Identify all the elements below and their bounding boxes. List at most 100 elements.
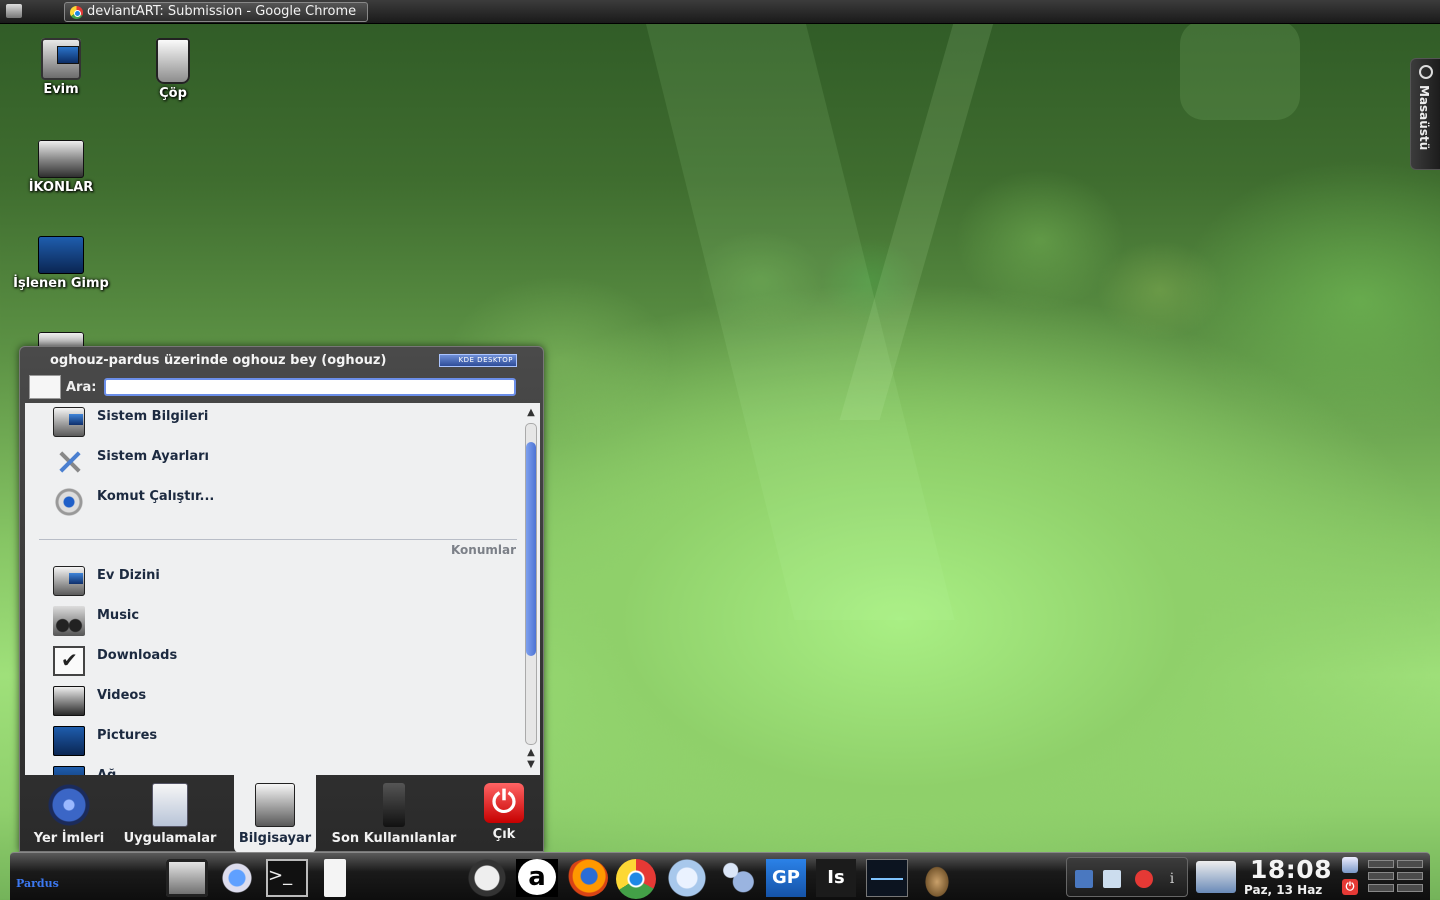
bottom-panel: Pardus >_ a GP Is i 18:08 Paz, 13 Haz ⏻: [10, 852, 1430, 900]
messenger-launcher-icon[interactable]: [716, 859, 758, 897]
pictures-folder-icon: [53, 726, 85, 756]
trash-icon: [156, 38, 190, 84]
list-item-ag[interactable]: Ağ: [25, 762, 520, 775]
desktop-icon-label: Evim: [43, 82, 79, 97]
list-item-pictures[interactable]: Pictures: [25, 722, 520, 762]
wallpaper-ray: [839, 0, 1000, 420]
search-input[interactable]: [104, 378, 516, 396]
gear-icon: [53, 487, 85, 517]
pager-desktop[interactable]: [1368, 860, 1394, 868]
list-item-videos[interactable]: Videos: [25, 682, 520, 722]
pager-desktop[interactable]: [1368, 872, 1394, 880]
pager-desktop[interactable]: [1397, 884, 1423, 892]
computer-icon: [53, 566, 85, 596]
list-item-sistem-ayarlari[interactable]: Sistem Ayarları: [25, 443, 520, 483]
list-scrollbar[interactable]: ▲ ▲ ▼: [524, 407, 538, 771]
list-item-downloads[interactable]: Downloads: [25, 642, 520, 682]
desktop-icon-islenen-gimp[interactable]: İşlenen Gimp: [6, 230, 116, 291]
pager-desktop[interactable]: [1397, 860, 1423, 868]
system-tray: i: [1066, 857, 1188, 897]
notification-tray-icon[interactable]: [1135, 870, 1153, 888]
list-item-label: Sistem Bilgileri: [97, 409, 209, 424]
list-item-label: Ağ: [97, 768, 116, 775]
tab-label: Çık: [492, 827, 516, 842]
search-label: Ara:: [66, 380, 97, 395]
tab-cik[interactable]: ⏻ Çık: [472, 775, 536, 853]
desktop-icon-label: Çöp: [159, 86, 187, 101]
amarok-launcher-icon[interactable]: a: [516, 859, 558, 897]
show-desktop-button[interactable]: [166, 859, 208, 897]
network-icon: [53, 766, 85, 775]
amarok-icon: a: [518, 859, 556, 895]
desktop-icon-label: İşlenen Gimp: [13, 276, 109, 291]
tab-label: Bilgisayar: [238, 831, 312, 846]
network-launcher-icon[interactable]: [216, 859, 258, 897]
gimp-launcher-icon[interactable]: GP: [766, 859, 806, 897]
firefox-launcher-icon[interactable]: [566, 859, 608, 897]
taskbar-item-chrome[interactable]: deviantART: Submission - Google Chrome: [64, 2, 368, 22]
hourglass-icon: [383, 783, 405, 827]
list-item-sistem-bilgileri[interactable]: Sistem Bilgileri: [25, 403, 520, 443]
computer-icon: [255, 783, 295, 827]
pardus-logo-icon: Pardus: [16, 877, 59, 890]
thunderbird-launcher-icon[interactable]: [666, 859, 708, 897]
list-item-label: Music: [97, 608, 140, 623]
info-tray-icon[interactable]: i: [1163, 870, 1181, 888]
desktop-widget-tab[interactable]: Masaüstü: [1410, 58, 1440, 170]
section-title: Konumlar: [450, 543, 516, 557]
pager-desktop[interactable]: [1397, 872, 1423, 880]
chrome-launcher-icon[interactable]: [616, 859, 656, 899]
list-item-music[interactable]: Music: [25, 602, 520, 642]
music-folder-icon: [53, 606, 85, 636]
tab-bilgisayar[interactable]: Bilgisayar: [234, 775, 316, 853]
clock-date[interactable]: Paz, 13 Haz: [1244, 883, 1344, 897]
hand-launcher-icon[interactable]: [916, 859, 958, 897]
inkscape-launcher-icon[interactable]: Is: [816, 859, 856, 897]
list-item-ev-dizini[interactable]: Ev Dizini: [25, 562, 520, 602]
scrollbar-thumb[interactable]: [526, 442, 536, 656]
tab-label: Yer İmleri: [33, 831, 105, 846]
refresh-icon: [1419, 65, 1433, 79]
desktop-icon-trash[interactable]: Çöp: [118, 38, 228, 101]
terminal-launcher-icon[interactable]: >_: [266, 859, 308, 897]
list-item-label: Komut Çalıştır...: [97, 489, 215, 504]
pager-desktop[interactable]: [1368, 884, 1394, 892]
list-item-komut-calistir[interactable]: Komut Çalıştır...: [25, 483, 520, 523]
desktop-icon-home[interactable]: Evim: [6, 38, 116, 97]
clipboard-tray-icon[interactable]: [1103, 870, 1121, 888]
tab-label: Uygulamalar: [123, 831, 217, 846]
list-item-label: Ev Dizini: [97, 568, 160, 583]
top-taskbar: deviantART: Submission - Google Chrome: [0, 0, 1440, 24]
lock-screen-icon[interactable]: [1342, 857, 1358, 873]
system-monitor-launcher-icon[interactable]: [866, 859, 908, 897]
kickoff-list: Sistem Bilgileri Sistem Ayarları Komut Ç…: [25, 403, 540, 775]
application-launcher-button[interactable]: Pardus: [16, 859, 60, 897]
power-icon: ⏻: [484, 783, 524, 823]
desktop-icon-ikonlar[interactable]: İKONLAR: [6, 134, 116, 195]
scroll-up-icon[interactable]: ▲: [525, 747, 537, 759]
scrollbar-track[interactable]: [525, 423, 537, 745]
tab-uygulamalar[interactable]: Uygulamalar: [118, 775, 222, 853]
monitor-tray-icon[interactable]: [1075, 870, 1093, 888]
tab-son-kullanilanlar[interactable]: Son Kullanılanlar: [326, 775, 462, 853]
video-folder-icon: [53, 686, 85, 716]
desktop-widget-label: Masaüstü: [1417, 85, 1431, 151]
avatar: [29, 375, 61, 399]
document-launcher-icon[interactable]: [324, 859, 346, 897]
leave-icon[interactable]: ⏻: [1342, 879, 1358, 895]
tab-yer-imleri[interactable]: Yer İmleri: [22, 775, 116, 853]
window-menu-icon[interactable]: [6, 4, 22, 18]
desktop-pager[interactable]: [1368, 858, 1424, 896]
list-item-label: Sistem Ayarları: [97, 449, 210, 464]
computer-icon: [53, 407, 85, 437]
section-divider: [39, 539, 517, 540]
chrome-icon: [70, 6, 83, 19]
scroll-down-icon[interactable]: ▼: [525, 759, 537, 771]
clock-time[interactable]: 18:08: [1250, 855, 1350, 884]
device-notifier-icon[interactable]: [1196, 861, 1236, 893]
computer-icon: [41, 38, 81, 80]
list-item-label: Videos: [97, 688, 147, 703]
chat-launcher-icon[interactable]: [466, 859, 508, 897]
list-item-label: Downloads: [97, 648, 178, 663]
scroll-up-icon[interactable]: ▲: [525, 407, 537, 419]
